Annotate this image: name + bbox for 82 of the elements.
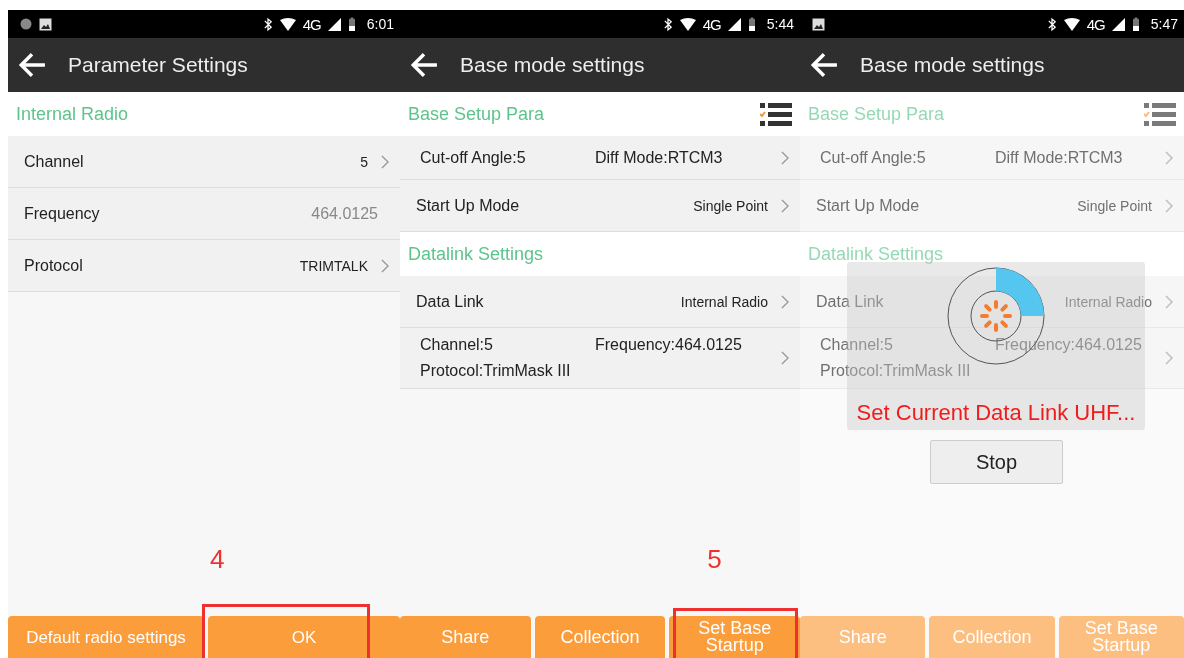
- section-heading: Datalink Settings: [808, 243, 944, 265]
- row-value: Internal Radio: [680, 293, 768, 310]
- bluetooth-icon: [662, 16, 673, 32]
- row-label: Data Link: [816, 292, 885, 311]
- network-type: 4G: [702, 15, 721, 33]
- network-type: 4G: [302, 15, 321, 33]
- screen-title: Base mode settings: [460, 53, 645, 77]
- wifi-icon: [279, 17, 296, 31]
- list-row[interactable]: Cut-off Angle:5 Diff Mode:RTCM3: [400, 136, 800, 180]
- list-row[interactable]: Data Link Internal Radio: [400, 276, 800, 328]
- row-value: TRIMTALK: [299, 257, 368, 274]
- wifi-icon: [1063, 17, 1080, 31]
- chevron-icon: [1164, 294, 1174, 309]
- checklist-icon[interactable]: [760, 102, 792, 126]
- row-label: Data Link: [416, 292, 485, 311]
- section-heading: Internal Radio: [16, 103, 129, 125]
- row-text: Cut-off Angle:5: [420, 148, 527, 167]
- row-text: Cut-off Angle:5: [820, 148, 927, 167]
- row-text: Protocol:TrimMask III: [820, 362, 972, 380]
- section-heading: Base Setup Para: [808, 103, 945, 125]
- row-value: Single Point: [1077, 197, 1152, 214]
- spinner-icon: [979, 299, 1013, 333]
- row-label: Protocol: [24, 256, 84, 275]
- signal-icon: [327, 17, 341, 31]
- clock-time: 5:44: [766, 16, 794, 32]
- bluetooth-icon: [1046, 16, 1057, 32]
- row-value: Internal Radio: [1064, 293, 1152, 310]
- row-label: Start Up Mode: [416, 196, 521, 215]
- bluetooth-icon: [262, 16, 273, 32]
- row-label: Channel: [24, 152, 85, 171]
- screen-title: Parameter Settings: [68, 53, 248, 77]
- chevron-icon: [380, 154, 390, 169]
- step-number: 4: [210, 544, 225, 575]
- dot-icon: [20, 18, 32, 30]
- signal-icon: [1111, 17, 1125, 31]
- list-row[interactable]: Start Up Mode Single Point: [400, 180, 800, 232]
- chevron-icon: [780, 150, 790, 165]
- signal-icon: [727, 17, 741, 31]
- row-text: Diff Mode:RTCM3: [595, 148, 724, 167]
- row-label: Frequency: [24, 204, 101, 223]
- row-value: Single Point: [693, 197, 768, 214]
- battery-icon: [1131, 17, 1140, 31]
- stop-button[interactable]: Stop: [930, 440, 1063, 484]
- image-icon: [39, 17, 52, 31]
- step-number: 5: [707, 544, 722, 575]
- wifi-icon: [679, 17, 696, 31]
- progress-message: Set Current Data Link UHF...: [856, 400, 1136, 426]
- back-arrow-icon: [810, 51, 838, 79]
- list-row[interactable]: Channel:5 Frequency:464.0125 Protocol:TrimMask III: [400, 328, 800, 389]
- battery-icon: [747, 17, 756, 31]
- row-value: 464.0125: [311, 204, 378, 223]
- list-row[interactable]: Protocol TRIMTALK: [8, 240, 400, 292]
- chevron-icon: [1164, 198, 1174, 213]
- row-label: Start Up Mode: [816, 196, 921, 215]
- section-heading: Base Setup Para: [408, 103, 545, 125]
- chevron-icon: [1164, 351, 1174, 365]
- list-row[interactable]: Frequency 464.0125: [8, 188, 400, 240]
- list-row[interactable]: Data Link Internal Radio: [800, 276, 1184, 328]
- chevron-icon: [780, 294, 790, 309]
- section-heading: Datalink Settings: [408, 243, 544, 265]
- screen-title: Base mode settings: [860, 53, 1045, 77]
- chevron-icon: [780, 351, 790, 365]
- list-row[interactable]: Channel 5: [8, 136, 400, 188]
- chevron-icon: [380, 258, 390, 273]
- battery-icon: [347, 17, 356, 31]
- checklist-icon[interactable]: [1144, 102, 1176, 126]
- chevron-icon: [1164, 150, 1174, 165]
- row-value: 5: [360, 153, 368, 170]
- image-icon: [812, 17, 825, 31]
- row-text: Diff Mode:RTCM3: [995, 148, 1124, 167]
- clock-time: 5:47: [1150, 16, 1178, 32]
- list-row[interactable]: Cut-off Angle:5 Diff Mode:RTCM3: [800, 136, 1184, 180]
- network-type: 4G: [1086, 15, 1105, 33]
- row-text: Channel:5: [820, 336, 894, 354]
- back-arrow-icon: [18, 51, 46, 79]
- back-arrow-icon: [410, 51, 438, 79]
- list-row[interactable]: Start Up Mode Single Point: [800, 180, 1184, 232]
- clock-time: 6:01: [366, 16, 394, 32]
- chevron-icon: [780, 198, 790, 213]
- row-text: Frequency:464.0125: [595, 336, 743, 354]
- row-text: Protocol:TrimMask III: [420, 362, 572, 380]
- row-text: Channel:5: [420, 336, 494, 354]
